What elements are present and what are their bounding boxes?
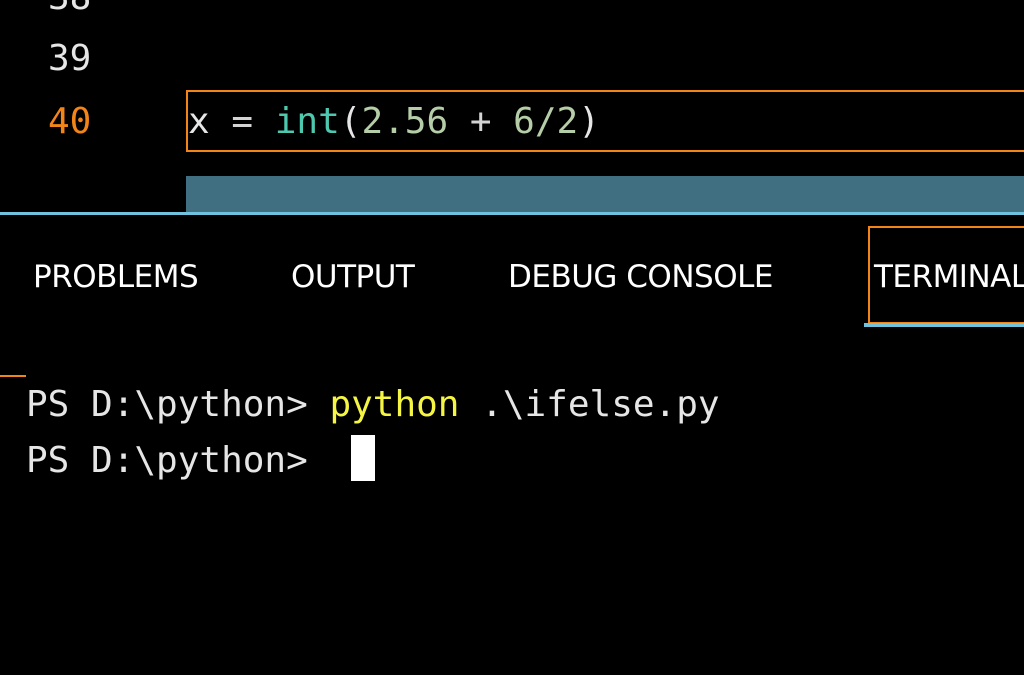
tab-debug-console[interactable]: DEBUG CONSOLE	[508, 257, 773, 297]
code-token-open-paren: (	[339, 101, 362, 142]
terminal-prompt: PS D:\python>	[26, 384, 330, 425]
code-token-variable: x	[188, 101, 210, 142]
code-token-function: int	[274, 101, 340, 142]
terminal-command: python	[329, 384, 460, 425]
code-line-40[interactable]: x = int(2.56 + 6/2)	[188, 102, 600, 142]
horizontal-scrollbar[interactable]	[186, 176, 1024, 212]
code-token-assign: =	[209, 101, 275, 142]
vscode-window: 38 39 40 x = int(2.56 + 6/2) PROBLEMS OU…	[0, 0, 1024, 675]
terminal-prompt: PS D:\python>	[26, 440, 330, 481]
terminal-cursor	[351, 435, 376, 481]
terminal-view[interactable]: PS D:\python> python .\ifelse.py PS D:\p…	[0, 327, 1024, 675]
code-token-number: 2.56	[361, 101, 449, 142]
terminal-line: PS D:\python> python .\ifelse.py	[26, 383, 720, 427]
code-token-division: 6/2	[513, 101, 579, 142]
line-number-40: 40	[48, 101, 92, 142]
terminal-command-args: .\ifelse.py	[459, 384, 720, 425]
tab-terminal[interactable]: TERMINAL	[874, 257, 1024, 297]
line-number-39: 39	[48, 38, 92, 79]
line-number-38: 38	[0, 0, 100, 18]
tab-output[interactable]: OUTPUT	[291, 257, 415, 297]
terminal-line[interactable]: PS D:\python>	[26, 435, 376, 483]
code-token-close-paren: )	[578, 101, 600, 142]
terminal-focus-marker	[0, 375, 26, 377]
tab-terminal-focus-outline[interactable]: TERMINAL	[868, 226, 1024, 324]
code-token-plus: +	[448, 101, 514, 142]
code-editor[interactable]: 38 39 40 x = int(2.56 + 6/2)	[0, 0, 1024, 213]
panel-tab-bar: PROBLEMS OUTPUT DEBUG CONSOLE TERMINAL	[0, 215, 1024, 327]
tab-problems[interactable]: PROBLEMS	[33, 257, 199, 297]
